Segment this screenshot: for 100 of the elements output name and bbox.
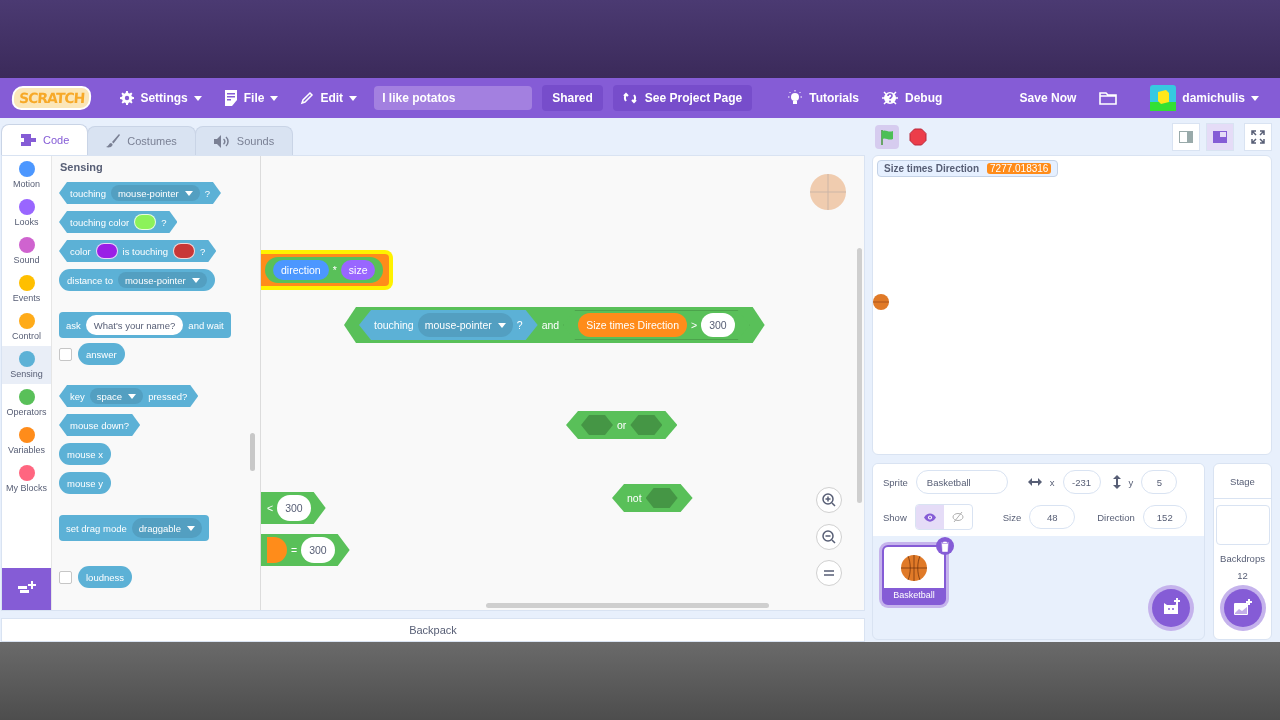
boolean-block[interactable]: = 300 (261, 534, 350, 566)
value-input[interactable]: What's your name? (85, 315, 184, 335)
menu-item[interactable]: Edit (289, 78, 369, 118)
editor-tab[interactable]: Code (1, 124, 89, 155)
tutorials-link[interactable]: Tutorials (776, 78, 870, 118)
boolean-block[interactable]: touching mouse-pointer ? and Size times Direction > 300 (344, 307, 765, 343)
debug-button[interactable]: Debug (870, 78, 954, 118)
reporter-block[interactable]: direction (273, 260, 329, 280)
reporter-block[interactable]: mouse y (59, 472, 111, 494)
caret-icon (191, 277, 200, 283)
boolean-block[interactable]: mouse down? (59, 414, 141, 436)
stop-icon[interactable] (909, 127, 927, 146)
backdrops-count: 12 (1237, 570, 1248, 581)
boolean-block[interactable]: key space pressed? (59, 385, 199, 407)
dropdown-menu[interactable]: mouse-pointer (110, 185, 200, 201)
flag-button[interactable] (875, 124, 899, 149)
reporter-block[interactable]: direction * size (265, 257, 384, 283)
delete-button[interactable] (936, 537, 954, 555)
zoom-out-button[interactable] (816, 524, 842, 550)
category-item[interactable]: My Blocks (2, 460, 51, 498)
boolean-block[interactable]: < 300 (261, 492, 326, 524)
field-label: Direction (1097, 511, 1135, 523)
block-label: distance to (67, 274, 113, 286)
boolean-block[interactable]: touching color ? (59, 211, 178, 233)
vertical-arrow-icon (1112, 475, 1121, 489)
stack-block[interactable]: ask What's your name? and wait (59, 312, 231, 338)
block-label: * (332, 264, 337, 276)
field-label: x (1049, 476, 1055, 488)
trash-icon (940, 540, 950, 552)
editor-tab[interactable]: Costumes (87, 126, 196, 155)
add-backdrop-button[interactable] (1224, 589, 1262, 627)
block-label: = (291, 544, 298, 556)
category-item[interactable]: Control (2, 308, 51, 346)
dropdown-menu[interactable]: mouse-pointer (417, 313, 513, 337)
dropdown-menu[interactable]: mouse-pointer (117, 272, 207, 288)
category-item[interactable]: Events (2, 270, 51, 308)
debug-icon (881, 89, 899, 107)
save-now-button[interactable]: Save Now (1008, 78, 1088, 118)
menu-item[interactable]: Settings (109, 78, 213, 118)
zoom-in-button[interactable] (816, 487, 842, 513)
boolean-block[interactable]: color is touching ? (59, 240, 217, 262)
layout-icon (1179, 130, 1193, 143)
color-swatch[interactable] (173, 243, 195, 259)
folder-icon[interactable] (1099, 91, 1118, 105)
category-item[interactable]: Looks (2, 194, 51, 232)
project-title-field[interactable]: I like potatos (374, 86, 533, 110)
dropdown-menu[interactable]: space (89, 388, 144, 404)
see-project-button[interactable]: See Project Page (612, 85, 753, 111)
checkbox[interactable] (59, 570, 72, 584)
block-label: key (70, 390, 85, 402)
visibility-toggle[interactable] (914, 504, 973, 530)
block-label: answer (86, 348, 117, 360)
reporter-block[interactable]: answer (78, 343, 125, 365)
add-extension-button[interactable] (2, 568, 51, 610)
swap-icon (622, 91, 637, 105)
large-stage-button[interactable] (1206, 122, 1234, 151)
boolean-block[interactable]: Size times Direction > 300 (563, 310, 750, 340)
value-input[interactable]: 300 (277, 495, 311, 521)
category-item[interactable]: Variables (2, 422, 51, 460)
value-input[interactable]: 300 (301, 537, 335, 563)
stack-block[interactable]: set drag mode draggable (59, 515, 209, 541)
boolean-block[interactable]: touching mouse-pointer ? (359, 310, 538, 340)
reset-zoom-button[interactable] (816, 560, 842, 586)
editor-tab[interactable]: Sounds (194, 126, 294, 155)
account-menu[interactable]: damichulis (1139, 78, 1270, 118)
caret-icon (193, 95, 202, 101)
reporter-block[interactable]: distance to mouse-pointer (59, 269, 215, 291)
caret-icon (187, 525, 195, 531)
field-label: Size (1002, 511, 1022, 523)
menu-item[interactable]: File (212, 78, 290, 118)
backpack-bar[interactable]: Backpack (1, 618, 865, 642)
block-label: size (348, 264, 368, 276)
category-item[interactable]: Sound (2, 232, 51, 270)
category-item[interactable]: Sensing (2, 346, 51, 384)
reporter-block[interactable]: mouse x (59, 443, 111, 465)
reporter-block[interactable]: loudness (78, 566, 133, 588)
add-sprite-button[interactable] (1152, 589, 1190, 627)
value-input[interactable]: 300 (701, 313, 735, 337)
block-label: is touching (122, 245, 168, 257)
color-swatch[interactable] (134, 214, 157, 230)
category-item[interactable]: Operators (2, 384, 51, 422)
block-label: set drag mode (66, 522, 127, 534)
empty-slot (645, 488, 678, 508)
empty-slot (581, 415, 613, 435)
dropdown-menu[interactable]: draggable (131, 518, 202, 538)
show-button[interactable] (915, 505, 944, 529)
block-label: and (541, 319, 560, 331)
color-swatch[interactable] (95, 243, 118, 259)
boolean-block[interactable]: touching mouse-pointer ? (59, 182, 221, 204)
shared-button[interactable]: Shared (542, 85, 603, 111)
monitor-label: Size times Direction (884, 163, 980, 174)
fullscreen-button[interactable] (1244, 122, 1272, 151)
checkbox[interactable] (59, 347, 72, 361)
reporter-block[interactable]: size (340, 260, 376, 280)
palette-heading: Sensing (60, 161, 103, 173)
sprite-tile[interactable]: Basketball (882, 545, 946, 605)
small-stage-button[interactable] (1172, 122, 1200, 151)
category-item[interactable]: Motion (2, 156, 51, 194)
block-label: not (627, 492, 642, 504)
block-label: < (267, 502, 274, 514)
